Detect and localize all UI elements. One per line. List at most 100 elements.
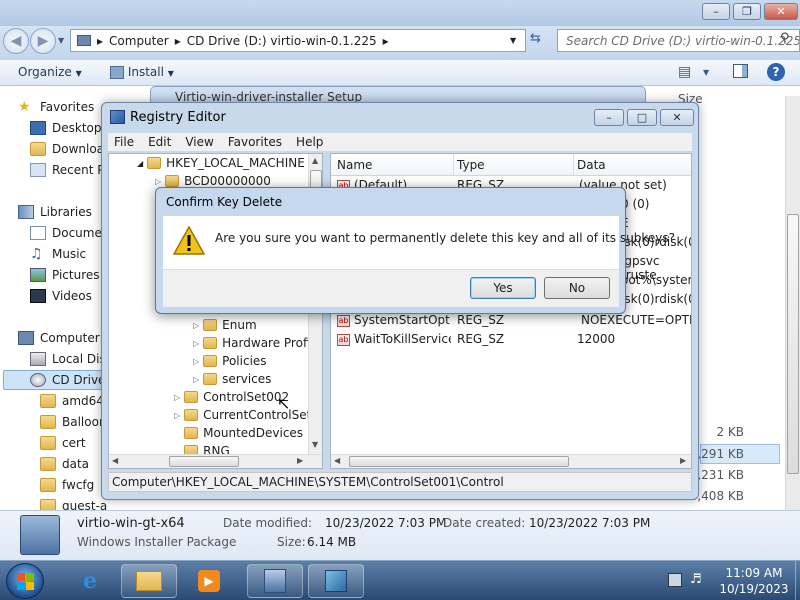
refresh-icon[interactable]: ⇆ (530, 31, 541, 46)
preview-pane-icon[interactable] (733, 64, 748, 78)
nav-folder-guest-agent[interactable]: guest-agent (40, 496, 108, 510)
search-input[interactable]: Search CD Drive (D:) virtio-win-0.1.225 (557, 29, 800, 52)
nav-recent-places[interactable]: Recent Places (30, 160, 108, 180)
nav-cd-drive[interactable]: CD Drive (D:) (3, 370, 108, 390)
scroll-down-icon[interactable]: ▼ (312, 440, 318, 449)
taskbar-internet-explorer[interactable]: e (62, 564, 118, 598)
recent-pages-chevron-icon[interactable]: ▼ (58, 36, 64, 45)
nav-folder-balloon[interactable]: Balloon (40, 412, 107, 432)
taskbar-registry-editor[interactable] (308, 564, 364, 598)
value-row-waittokillservicetimeout[interactable]: ab WaitToKillServiceTimeout REG_SZ 12000 (331, 332, 691, 351)
tree-node-policies[interactable]: ▷ Policies (193, 352, 267, 370)
collapse-arrow-icon[interactable]: ◢ (137, 159, 143, 168)
details-size-label: Size: (277, 535, 306, 549)
menu-help[interactable]: Help (296, 135, 323, 149)
menu-favorites[interactable]: Favorites (228, 135, 282, 149)
column-header-name[interactable]: Name (337, 158, 372, 172)
file-list-scrollbar[interactable] (785, 96, 800, 510)
nav-local-disk[interactable]: Local Disk (C:) (30, 349, 108, 369)
column-divider[interactable] (453, 154, 454, 176)
taskbar-clock[interactable]: 11:09 AM 10/19/2023 (714, 565, 794, 597)
breadcrumb-cd-drive[interactable]: CD Drive (D:) virtio-win-0.1.225 (187, 34, 377, 48)
tree-node-label: MountedDevices (203, 426, 304, 440)
tree-node-controlset002[interactable]: ▷ ControlSet002 (174, 388, 289, 406)
start-button[interactable] (6, 563, 44, 599)
column-header-data[interactable]: Data (577, 158, 606, 172)
tree-node-enum[interactable]: ▷ Enum (193, 316, 257, 334)
tree-node-services[interactable]: ▷ services (193, 370, 271, 388)
expand-arrow-icon[interactable]: ▷ (174, 411, 180, 420)
organize-button[interactable]: Organize ▼ (18, 65, 82, 79)
scroll-left-icon[interactable]: ◀ (334, 456, 340, 465)
expand-arrow-icon[interactable]: ▷ (193, 339, 199, 348)
help-icon[interactable]: ? (767, 63, 785, 81)
install-button[interactable]: Install ▼ (110, 65, 174, 79)
nav-folder-cert[interactable]: cert (40, 433, 86, 453)
values-horizontal-scrollbar[interactable]: ◀ ▶ (331, 454, 691, 468)
expand-arrow-icon[interactable]: ▷ (193, 321, 199, 330)
taskbar-media-player[interactable]: ▶ (181, 564, 237, 598)
maximize-button[interactable]: ❐ (733, 3, 761, 20)
scroll-right-icon[interactable]: ▶ (297, 456, 303, 465)
expand-arrow-icon[interactable]: ▷ (155, 177, 161, 186)
nav-folder-amd64[interactable]: amd64 (40, 391, 104, 411)
scrollbar-thumb[interactable] (169, 456, 239, 467)
nav-computer[interactable]: Computer (18, 328, 100, 348)
regedit-maximize-button[interactable]: □ (627, 109, 657, 126)
tree-node-mounteddevices[interactable]: ▷ MountedDevices (174, 424, 303, 442)
network-icon[interactable] (668, 573, 682, 587)
address-input[interactable]: ▸ Computer ▸ CD Drive (D:) virtio-win-0.… (70, 29, 526, 52)
nav-documents[interactable]: Documents (30, 223, 108, 243)
chevron-down-icon[interactable]: ▼ (703, 68, 709, 77)
nav-folder-fwcfg[interactable]: fwcfg (40, 475, 94, 495)
yes-button[interactable]: Yes (470, 277, 536, 299)
show-desktop-button[interactable] (795, 561, 800, 600)
nav-desktop[interactable]: Desktop (30, 118, 102, 138)
expand-arrow-icon[interactable]: ▷ (174, 393, 180, 402)
nav-favorites[interactable]: ★ Favorites (18, 97, 94, 117)
column-header-type[interactable]: Type (457, 158, 485, 172)
close-button[interactable]: ✕ (764, 3, 798, 20)
breadcrumb-separator-icon[interactable]: ▸ (97, 34, 103, 48)
view-options-icon[interactable]: ▤ (678, 64, 691, 80)
menu-view[interactable]: View (185, 135, 213, 149)
expand-arrow-icon[interactable]: ▷ (193, 357, 199, 366)
menu-file[interactable]: File (114, 135, 134, 149)
breadcrumb-computer[interactable]: Computer (109, 34, 169, 48)
no-button[interactable]: No (544, 277, 610, 299)
documents-icon (30, 226, 46, 240)
volume-icon[interactable]: ♬ (690, 572, 702, 587)
minimize-button[interactable]: – (702, 3, 730, 20)
forward-button[interactable]: ▶ (30, 28, 56, 54)
folder-icon (184, 427, 199, 439)
column-divider[interactable] (573, 154, 574, 176)
nav-libraries[interactable]: Libraries (18, 202, 92, 222)
tree-horizontal-scrollbar[interactable]: ◀ ▶ (109, 454, 322, 468)
tree-node-hardware-profiles[interactable]: ▷ Hardware Profiles (193, 334, 322, 352)
regedit-close-button[interactable]: ✕ (660, 109, 694, 126)
nav-downloads[interactable]: Downloads (30, 139, 108, 159)
tree-node-hklm[interactable]: ◢ HKEY_LOCAL_MACHINE (137, 154, 305, 172)
menu-edit[interactable]: Edit (148, 135, 171, 149)
dialog-title[interactable]: Confirm Key Delete (166, 195, 282, 209)
address-dropdown-icon[interactable]: ▼ (510, 36, 516, 45)
scroll-right-icon[interactable]: ▶ (680, 456, 686, 465)
nav-videos[interactable]: Videos (30, 286, 92, 306)
value-data-fragment: oot%\syster (621, 273, 692, 287)
nav-music[interactable]: ♫ Music (30, 244, 86, 264)
tree-node-currentcontrolset[interactable]: ▷ CurrentControlSet (174, 406, 311, 424)
scrollbar-thumb[interactable] (787, 214, 799, 474)
taskbar-windows-explorer[interactable] (121, 564, 177, 598)
taskbar-installer[interactable] (247, 564, 303, 598)
breadcrumb-separator-icon[interactable]: ▸ (175, 34, 181, 48)
scrollbar-thumb[interactable] (349, 456, 569, 467)
nav-pictures[interactable]: Pictures (30, 265, 100, 285)
breadcrumb-separator-icon[interactable]: ▸ (383, 34, 389, 48)
value-row-systemstartoptions[interactable]: ab SystemStartOptions REG_SZ NOEXECUTE=OP… (331, 313, 691, 332)
expand-arrow-icon[interactable]: ▷ (193, 375, 199, 384)
scroll-up-icon[interactable]: ▲ (312, 156, 318, 165)
nav-folder-data[interactable]: data (40, 454, 89, 474)
regedit-minimize-button[interactable]: – (594, 109, 624, 126)
back-button[interactable]: ◀ (3, 28, 29, 54)
scroll-left-icon[interactable]: ◀ (112, 456, 118, 465)
